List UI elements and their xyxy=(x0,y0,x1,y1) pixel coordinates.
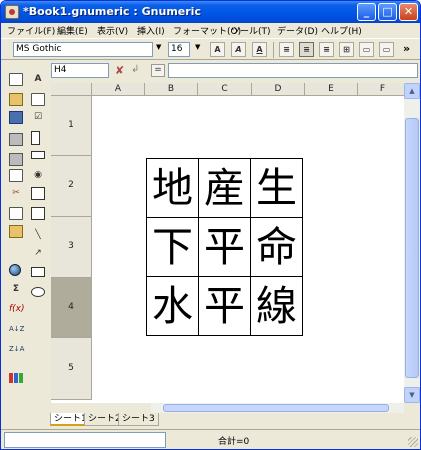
tab-sheet3[interactable]: シート3 xyxy=(118,413,159,426)
application-window: *Book1.gnumeric : Gnumeric _ □ ✕ ファイル(F)… xyxy=(0,0,421,450)
edit-line: H4 ✘ ↲ = xyxy=(48,61,420,80)
horizontal-scroll-thumb[interactable] xyxy=(163,404,389,412)
menu-data[interactable]: データ(D) xyxy=(277,24,318,37)
size-dropdown-arrow-icon[interactable]: ▼ xyxy=(195,43,200,51)
function-icon[interactable]: f(x) xyxy=(9,303,25,316)
row-header-5[interactable]: 5 xyxy=(51,338,92,400)
cell-c3[interactable]: 平 xyxy=(198,217,251,277)
sheet-tabs: シート1 シート2 シート3 xyxy=(48,413,420,427)
copy-icon[interactable] xyxy=(9,207,23,220)
menu-view[interactable]: 表示(V) xyxy=(97,24,128,37)
cell-reference-input[interactable]: H4 xyxy=(51,63,109,78)
list-widget-icon[interactable] xyxy=(31,187,45,200)
print-preview-icon[interactable] xyxy=(9,153,23,166)
ellipse-icon[interactable] xyxy=(31,287,45,297)
text-label-icon[interactable]: A xyxy=(31,73,45,86)
cell-b2[interactable]: 地 xyxy=(146,158,199,218)
align-center-icon[interactable]: ≡ xyxy=(299,42,314,57)
window-title: *Book1.gnumeric : Gnumeric xyxy=(23,5,201,18)
column-header-d[interactable]: D xyxy=(252,83,305,96)
sum-icon[interactable]: Σ xyxy=(9,283,23,296)
align-left-icon[interactable]: ≡ xyxy=(279,42,294,57)
cell-c2[interactable]: 産 xyxy=(198,158,251,218)
column-header-f[interactable]: F xyxy=(358,83,404,96)
font-dropdown-arrow-icon[interactable]: ▼ xyxy=(156,43,161,51)
cell-b3[interactable]: 下 xyxy=(146,217,199,277)
status-bar: 合計=0 xyxy=(1,429,420,449)
title-bar[interactable]: *Book1.gnumeric : Gnumeric _ □ ✕ xyxy=(1,1,420,23)
toolbar-separator xyxy=(273,42,274,58)
horizontal-scrollbar[interactable] xyxy=(151,403,404,413)
column-header-b[interactable]: B xyxy=(145,83,198,96)
cell-c4[interactable]: 平 xyxy=(198,276,251,336)
menu-file[interactable]: ファイル(F) xyxy=(7,24,55,37)
formula-input[interactable] xyxy=(168,63,418,78)
accept-edit-icon[interactable]: ↲ xyxy=(131,64,139,75)
scroll-down-icon[interactable]: ▼ xyxy=(404,387,420,403)
frame-icon[interactable] xyxy=(31,93,45,106)
menu-bar: ファイル(F) 編集(E) 表示(V) 挿入(I) フォーマット(O) ツール(… xyxy=(1,23,420,38)
cut-icon[interactable]: ✂ xyxy=(9,187,23,200)
sort-descending-icon[interactable]: Z↓A xyxy=(9,343,24,356)
sort-ascending-icon[interactable]: A↓Z xyxy=(9,323,24,336)
menu-edit[interactable]: 編集(E) xyxy=(57,24,88,37)
select-all-corner[interactable] xyxy=(51,83,92,96)
line-icon[interactable]: ╲ xyxy=(31,229,45,242)
menu-help[interactable]: ヘルプ(H) xyxy=(321,24,362,37)
save-icon[interactable] xyxy=(9,111,23,124)
vertical-scroll-thumb[interactable] xyxy=(405,118,419,378)
button-widget-icon[interactable] xyxy=(31,151,45,159)
row-header-4[interactable]: 4 xyxy=(51,278,92,338)
vertical-scrollbar[interactable]: ▲ ▼ xyxy=(404,83,420,403)
open-folder-icon[interactable] xyxy=(9,93,23,106)
checkbox-icon[interactable]: ☑ xyxy=(31,111,45,124)
menu-insert[interactable]: 挿入(I) xyxy=(137,24,165,37)
print-icon[interactable] xyxy=(9,133,23,146)
font-name-combo[interactable]: MS Gothic xyxy=(13,42,153,57)
spreadsheet-grid[interactable]: A B C D E F 1 2 3 4 5 地 産 生 下 平 命 水 平 線 xyxy=(51,83,404,403)
format-toolbar: MS Gothic ▼ 16 ▼ A A A ≡ ≡ ≡ ⊞ ▭ ▭ » xyxy=(1,38,420,60)
radio-button-icon[interactable]: ◉ xyxy=(31,169,45,182)
split-cells-icon[interactable]: ▭ xyxy=(379,42,394,57)
autosum-status: 合計=0 xyxy=(218,437,250,447)
cell-d3[interactable]: 命 xyxy=(250,217,303,277)
row-header-2[interactable]: 2 xyxy=(51,156,92,217)
resize-grip-icon[interactable] xyxy=(408,437,418,447)
toolbar-overflow-button[interactable]: » xyxy=(403,42,410,55)
cancel-edit-icon[interactable]: ✘ xyxy=(115,64,124,77)
chart-icon[interactable] xyxy=(9,373,23,383)
combo-widget-icon[interactable] xyxy=(31,207,45,220)
merge-cells-icon[interactable]: ⊞ xyxy=(339,42,354,57)
underline-button[interactable]: A xyxy=(252,42,267,57)
font-size-combo[interactable]: 16 xyxy=(168,42,190,57)
new-document-icon[interactable] xyxy=(9,73,23,86)
status-message-field xyxy=(4,432,166,448)
menu-tools[interactable]: ツール(T) xyxy=(231,24,271,37)
rectangle-icon[interactable] xyxy=(31,267,45,277)
row-header-1[interactable]: 1 xyxy=(51,96,92,156)
column-header-e[interactable]: E xyxy=(305,83,358,96)
paste-icon[interactable] xyxy=(9,225,23,238)
row-header-3[interactable]: 3 xyxy=(51,217,92,278)
cell-d2[interactable]: 生 xyxy=(250,158,303,218)
arrow-icon[interactable]: ↗ xyxy=(31,247,45,260)
left-toolbars: ✂ Σ f(x) A↓Z Z↓A A ☑ ◉ ╲ ↗ xyxy=(1,61,48,411)
bold-button[interactable]: A xyxy=(210,42,225,57)
scrollbar-widget-icon[interactable] xyxy=(31,131,40,145)
column-header-c[interactable]: C xyxy=(198,83,252,96)
align-right-icon[interactable]: ≡ xyxy=(319,42,334,57)
center-across-icon[interactable]: ▭ xyxy=(359,42,374,57)
cell-d4[interactable]: 線 xyxy=(250,276,303,336)
cell-b4[interactable]: 水 xyxy=(146,276,199,336)
close-button[interactable]: ✕ xyxy=(399,3,418,21)
find-icon[interactable] xyxy=(9,169,23,182)
scroll-up-icon[interactable]: ▲ xyxy=(404,83,420,99)
enter-formula-button[interactable]: = xyxy=(151,64,165,77)
italic-button[interactable]: A xyxy=(231,42,246,57)
maximize-button[interactable]: □ xyxy=(378,3,397,21)
minimize-button[interactable]: _ xyxy=(357,3,376,21)
column-header-a[interactable]: A xyxy=(92,83,145,96)
gnumeric-app-icon[interactable] xyxy=(5,5,19,19)
hyperlink-globe-icon[interactable] xyxy=(9,264,21,276)
